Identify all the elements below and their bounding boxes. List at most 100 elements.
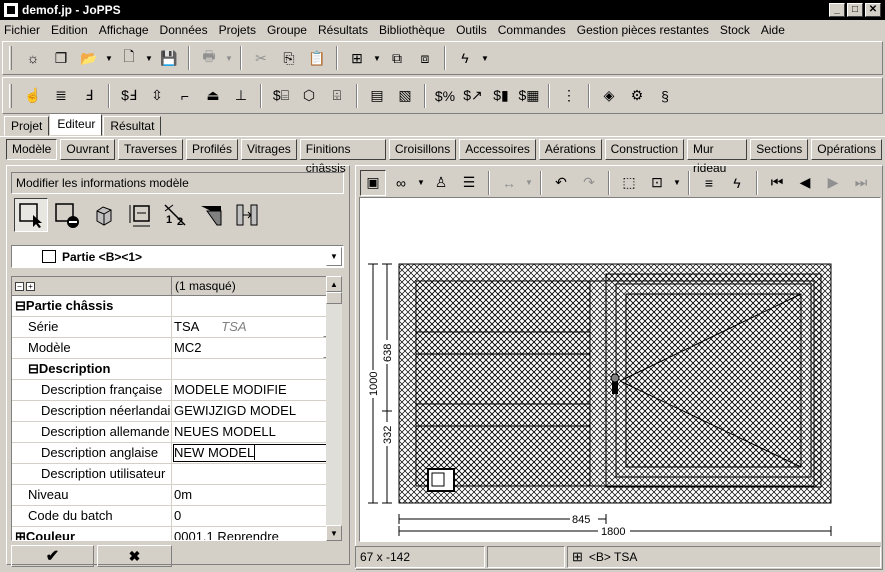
sub-tab-8[interactable]: Aérations (538, 139, 602, 160)
chevron-down-icon[interactable]: ▼ (524, 170, 534, 196)
align-left-icon[interactable]: ≡ (696, 170, 722, 196)
property-row[interactable]: Niveau 0m (12, 485, 341, 506)
sub-tab-1[interactable]: Ouvrant (60, 139, 116, 160)
sub-tab-7[interactable]: Accessoires (459, 139, 536, 160)
property-row[interactable]: ModèleMC2… (12, 338, 341, 359)
menu-11[interactable]: Stock (720, 23, 750, 37)
sub-tab-9[interactable]: Construction (604, 139, 684, 160)
resize-tool-button[interactable] (122, 198, 156, 232)
menu-7[interactable]: Bibliothèque (379, 23, 445, 37)
property-value[interactable]: MC2… (172, 338, 341, 358)
property-row[interactable]: ⊞Couleur 0001.1 Reprendre (12, 527, 341, 540)
property-value[interactable] (172, 464, 341, 484)
menu-0[interactable]: Fichier (4, 23, 40, 37)
property-value[interactable]: 0001.1 Reprendre (172, 527, 341, 540)
price-table-icon[interactable]: $▦ (516, 83, 542, 109)
copy-doc-icon[interactable]: ❐ (48, 45, 74, 71)
cancel-button[interactable]: ✖ (97, 545, 172, 567)
menu-5[interactable]: Groupe (267, 23, 307, 37)
last-icon[interactable]: ⏭ (848, 170, 874, 196)
insert-frame-tool-button[interactable] (230, 198, 264, 232)
open-folder-icon[interactable]: 📂 (76, 45, 102, 71)
property-row[interactable]: Description utilisateur (12, 464, 341, 485)
windows-icon[interactable]: ⧈ (412, 45, 438, 71)
redo-icon[interactable]: ↷ (576, 170, 602, 196)
chevron-down-icon[interactable]: ▼ (416, 170, 426, 196)
property-value[interactable] (172, 359, 341, 379)
lightning-text-icon[interactable]: ϟ (724, 170, 750, 196)
scroll-thumb[interactable] (326, 292, 342, 304)
chevron-down-icon[interactable]: ▼ (326, 247, 342, 266)
sub-tab-3[interactable]: Profilés (185, 139, 238, 160)
paper-icon[interactable]: ▧ (392, 83, 418, 109)
cut-icon[interactable]: ✂ (248, 45, 274, 71)
split-tool-button[interactable] (194, 198, 228, 232)
property-value[interactable]: NEUES MODELL (172, 422, 341, 442)
dimension-icon[interactable]: ⇳ (144, 83, 170, 109)
list-icon[interactable]: ⋮ (556, 83, 582, 109)
chevron-down-icon[interactable]: ▼ (672, 170, 682, 196)
first-icon[interactable]: ⏮ (764, 170, 790, 196)
hand-icon[interactable]: ☝ (20, 83, 46, 109)
bar-icon[interactable]: ⊥ (228, 83, 254, 109)
frame-view-icon[interactable]: ▣ (360, 169, 386, 196)
property-value[interactable]: TSATSA… (172, 317, 341, 337)
drawing-canvas[interactable]: 1000 638 332 845 1800 (359, 197, 881, 542)
menu-12[interactable]: Aide (761, 23, 785, 37)
property-row[interactable]: Description anglaise NEW MODEL (12, 443, 341, 464)
main-tab-2[interactable]: Résultat (103, 116, 162, 136)
profile-icon[interactable]: Ⅎ (76, 83, 102, 109)
property-row[interactable]: Code du batch 0 (12, 506, 341, 527)
sub-tab-12[interactable]: Opérations (811, 139, 882, 160)
main-tab-1[interactable]: Editeur (50, 114, 103, 136)
menu-6[interactable]: Résultats (318, 23, 368, 37)
copy-icon[interactable]: ⎘ (276, 45, 302, 71)
menu-9[interactable]: Commandes (498, 23, 566, 37)
price-profile-icon[interactable]: $Ⅎ (116, 83, 142, 109)
new-icon[interactable]: ☼ (20, 45, 46, 71)
maximize-button[interactable]: □ (847, 3, 863, 17)
ok-button[interactable]: ✔ (11, 545, 94, 567)
measure-icon[interactable]: ↔ (496, 170, 522, 196)
property-value[interactable]: NEW MODEL (172, 443, 341, 463)
sub-tab-10[interactable]: Mur rideau (687, 139, 748, 175)
property-value[interactable] (172, 296, 341, 316)
grid-select-icon[interactable]: ⊞ (344, 45, 370, 71)
lift-icon[interactable]: ⏏ (200, 83, 226, 109)
gear-icon[interactable]: ⚙ (624, 83, 650, 109)
lightning-icon[interactable]: ϟ (452, 45, 478, 71)
undo-icon[interactable]: ↶ (548, 170, 574, 196)
collapse-all-icon[interactable]: − (15, 282, 24, 291)
toolbar-grip[interactable] (9, 46, 12, 70)
corner-icon[interactable]: ⌐ (172, 83, 198, 109)
prev-icon[interactable]: ◀ (792, 170, 818, 196)
grid-scrollbar[interactable]: ▲ ▼ (326, 276, 342, 541)
price-cylinder-icon[interactable]: $⌸ (268, 83, 294, 109)
property-value[interactable]: 0 (172, 506, 341, 526)
sub-tab-4[interactable]: Vitrages (240, 139, 297, 160)
close-button[interactable]: ✕ (865, 3, 881, 17)
property-row[interactable]: ⊟Partie châssis (12, 296, 341, 317)
property-row[interactable]: Description française MODELE MODIFIE (12, 380, 341, 401)
part-selector[interactable]: Partie <B><1> ▼ (11, 245, 344, 268)
scroll-down-icon[interactable]: ▼ (326, 525, 342, 541)
person-icon[interactable]: ♙ (428, 170, 454, 196)
price-line-chart-icon[interactable]: $↗ (460, 83, 486, 109)
zoom-select-icon[interactable]: ⬚ (616, 170, 642, 196)
menu-3[interactable]: Données (160, 23, 208, 37)
property-value[interactable]: GEWIJZIGD MODEL (172, 401, 341, 421)
scroll-up-icon[interactable]: ▲ (326, 276, 342, 292)
expand-all-icon[interactable]: + (26, 282, 35, 291)
sub-tab-11[interactable]: Sections (750, 139, 809, 160)
price-bar-chart-icon[interactable]: $▮ (488, 83, 514, 109)
sub-tab-0[interactable]: Modèle (6, 139, 58, 160)
toolbar-grip[interactable] (9, 83, 12, 108)
main-tab-0[interactable]: Projet (4, 116, 50, 136)
next-icon[interactable]: ▶ (820, 170, 846, 196)
property-row[interactable]: Description allemande NEUES MODELL (12, 422, 341, 443)
zoom-box-icon[interactable]: ⊡ (644, 170, 670, 196)
window-icon[interactable]: ⧉ (384, 45, 410, 71)
chevron-down-icon[interactable]: ▼ (480, 45, 490, 71)
menu-10[interactable]: Gestion pièces restantes (577, 23, 709, 37)
property-row[interactable]: SérieTSATSA… (12, 317, 341, 338)
